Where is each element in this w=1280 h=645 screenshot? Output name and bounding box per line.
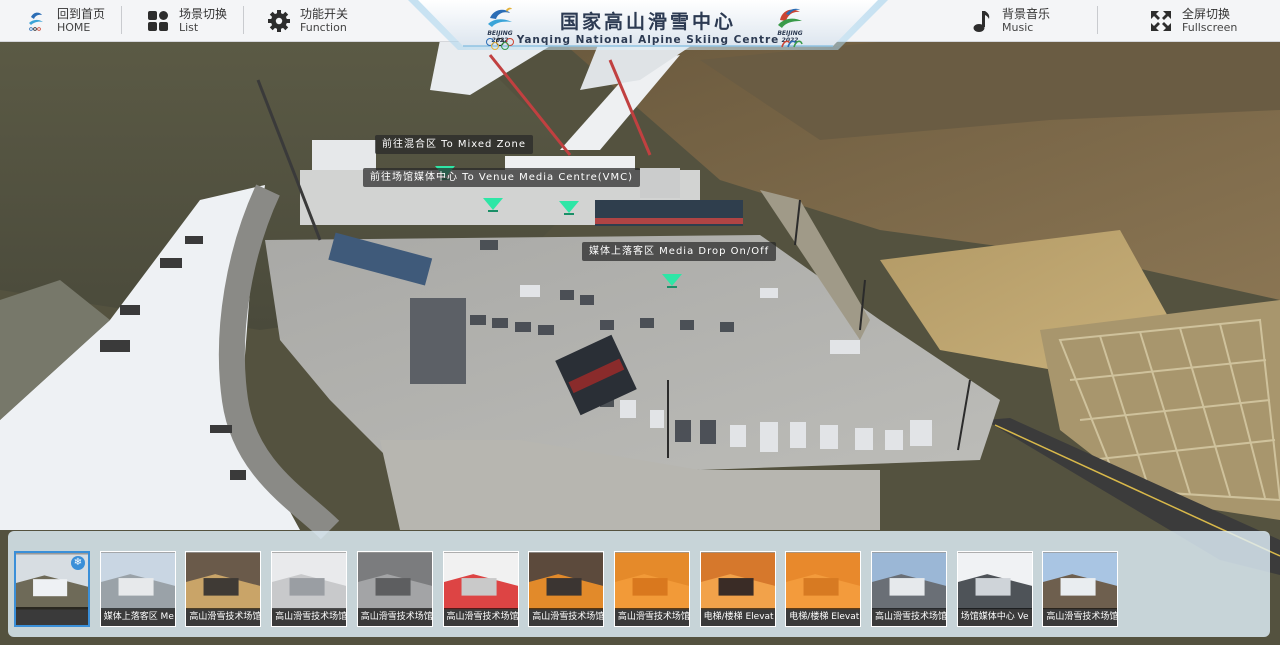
thumbnail-caption: 媒体上落客区 Me (100, 608, 175, 626)
scene-thumbnail[interactable]: 场馆媒体中心 Ve (956, 551, 1033, 627)
home-label-en: HOME (57, 20, 91, 34)
hotspot-label-mixed-zone: 前往混合区 To Mixed Zone (375, 135, 534, 154)
fullscreen-button[interactable]: 全屏切换 Fullscreen (1148, 0, 1237, 41)
divider (243, 6, 244, 34)
thumbnail-caption: 高山滑雪技术场馆 (272, 608, 347, 626)
music-label-cn: 背景音乐 (1002, 6, 1051, 21)
function-button[interactable]: 功能开关 Function (266, 0, 348, 41)
divider (121, 6, 122, 34)
thumbnail-caption: 高山滑雪技术场馆 (186, 608, 261, 626)
thumbnail-image (700, 552, 775, 610)
fullscreen-label-en: Fullscreen (1182, 20, 1238, 34)
music-button[interactable]: 背景音乐 Music (968, 0, 1050, 41)
top-navigation-bar: 回到首页 HOME 场景切换 List 功能开关 Function BEIJIN… (0, 0, 1280, 50)
scene-thumbnail[interactable]: 电梯/楼梯 Elevat (699, 551, 776, 627)
venue-title-plate: BEIJING 2022 国家高山滑雪中心 Yanqing National A… (408, 0, 888, 56)
thumbnail-caption: 高山滑雪技术场馆 (872, 608, 946, 626)
hotspot-label-vmc: 前往场馆媒体中心 To Venue Media Centre(VMC) (363, 168, 641, 187)
thumbnail-caption: 电梯/楼梯 Elevat (700, 608, 775, 626)
scene-thumbnail[interactable]: 高山滑雪技术场馆 (356, 551, 433, 627)
list-button[interactable]: 场景切换 List (145, 0, 227, 41)
thumbnail-caption: 高山滑雪技术场馆 (357, 608, 432, 626)
scene-thumbnail[interactable]: 高山滑雪技术场馆 (613, 551, 690, 627)
thumbnail-image (443, 552, 518, 610)
thumbnail-caption: 高山滑雪技术场馆 (1043, 608, 1118, 626)
hotspot-arrow-media-drop[interactable] (661, 273, 683, 289)
thumbnail-caption: 高山滑雪技术场馆 (614, 608, 689, 626)
thumbnail-image (100, 552, 175, 610)
music-note-icon (968, 8, 994, 34)
scene-thumbnail[interactable]: 高山滑雪技术场馆 (871, 551, 947, 627)
list-label-cn: 场景切换 (179, 6, 228, 21)
fullscreen-label-cn: 全屏切换 (1182, 6, 1231, 21)
home-label-cn: 回到首页 (57, 6, 106, 21)
hotspot-arrow-vmc-2[interactable] (558, 200, 580, 216)
thumbnail-image (529, 552, 604, 610)
thumbnail-image (872, 552, 946, 610)
scene-thumbnail[interactable]: 高山滑雪技术场馆 (442, 551, 519, 627)
thumbnail-caption: 高山滑雪技术场馆 (443, 608, 518, 626)
active-snowflake-icon: ❄ (71, 556, 85, 570)
scene-thumbnail[interactable]: 电梯/楼梯 Elevat (785, 551, 862, 627)
scene-thumbnail[interactable]: 高山滑雪技术场馆 (271, 551, 348, 627)
thumbnail-image (357, 552, 432, 610)
thumbnail-caption: 高山滑雪技术场馆 (529, 608, 604, 626)
thumbnail-image (1043, 552, 1118, 610)
thumbnail-caption: 电梯/楼梯 Elevat (786, 608, 861, 626)
beijing-2022-paralympic-logo: BEIJING 2022 (770, 4, 810, 54)
thumbnail-caption: 场馆媒体中心 Ve (957, 608, 1032, 626)
divider (1097, 6, 1098, 34)
scene-thumbnail[interactable]: 高山滑雪技术场馆 (1042, 551, 1119, 627)
gear-icon (266, 8, 292, 34)
thumbnail-image (186, 552, 261, 610)
thumbnail-caption (16, 607, 88, 625)
music-label-en: Music (1002, 20, 1034, 34)
thumbnail-image (614, 552, 689, 610)
function-label-en: Function (300, 20, 347, 34)
thumbnail-image (786, 552, 861, 610)
venue-title-cn: 国家高山滑雪中心 (559, 11, 736, 33)
list-label-en: List (179, 20, 199, 34)
scene-thumbnail-strip: ❄ 媒体上落客区 Me 高山滑雪技术场馆 高山滑雪技术场馆 高山滑雪技术场馆 高山滑雪技术… (8, 531, 1270, 637)
scene-thumbnail[interactable]: 媒体上落客区 Me (99, 551, 176, 627)
thumbnail-image (957, 552, 1032, 610)
scene-thumbnail[interactable]: 高山滑雪技术场馆 (528, 551, 605, 627)
scene-thumbnail[interactable]: ❄ (14, 551, 90, 627)
function-label-cn: 功能开关 (300, 6, 349, 21)
hotspot-label-media-drop: 媒体上落客区 Media Drop On/Off (582, 242, 777, 261)
expand-icon (1148, 8, 1174, 34)
home-button[interactable]: 回到首页 HOME (23, 0, 105, 41)
grid-icon (145, 8, 171, 34)
home-emblem-icon (23, 8, 49, 34)
hotspot-arrow-vmc[interactable] (482, 197, 504, 213)
venue-title-en: Yanqing National Alpine Skiing Centre (516, 34, 780, 46)
scene-thumbnail[interactable]: 高山滑雪技术场馆 (185, 551, 262, 627)
thumbnail-image (272, 552, 347, 610)
